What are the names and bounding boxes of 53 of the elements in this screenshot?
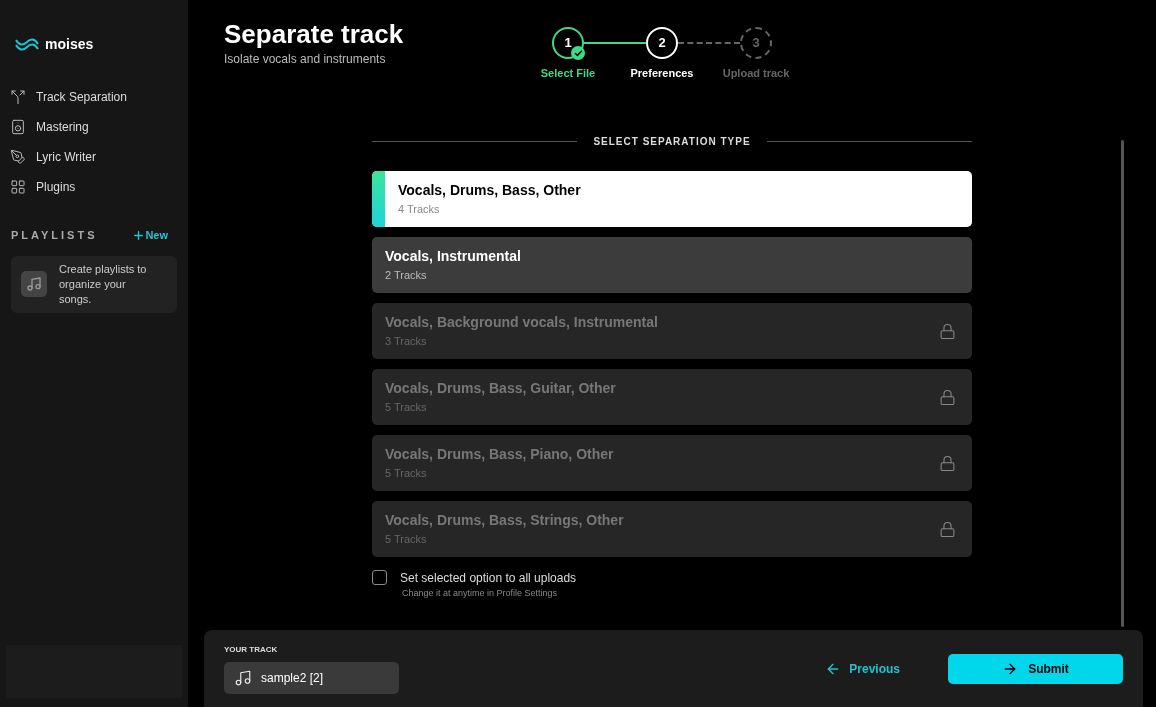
submit-button[interactable]: Submit <box>948 653 1123 684</box>
apply-all-checkbox[interactable] <box>372 570 387 585</box>
scrollbar[interactable] <box>1121 140 1124 627</box>
page-title: Separate track <box>224 18 405 50</box>
previous-button[interactable]: Previous <box>825 659 900 678</box>
option-title: Vocals, Drums, Bass, Guitar, Other <box>385 379 617 399</box>
track-name: sample2 [2] <box>261 669 324 687</box>
lock-icon <box>939 388 956 406</box>
step-number: 3 <box>752 34 760 53</box>
option-title: Vocals, Drums, Bass, Other <box>398 181 582 201</box>
option-track-count: 3 Tracks <box>385 334 428 350</box>
option-track-count: 2 Tracks <box>385 268 428 284</box>
empty-playlist-message: Create playlists to organize your songs. <box>59 261 148 307</box>
option-track-count: 5 Tracks <box>385 466 428 482</box>
step-connector <box>678 42 740 44</box>
apply-all-label: Set selected option to all uploads <box>400 570 577 587</box>
option-title: Vocals, Background vocals, Instrumental <box>385 313 659 333</box>
separation-option[interactable]: Vocals, Instrumental 2 Tracks <box>372 237 972 293</box>
pen-icon <box>10 149 26 165</box>
apply-all-hint: Change it at anytime in Profile Settings <box>402 587 559 600</box>
nav-item[interactable]: Mastering <box>10 117 188 137</box>
option-track-count: 5 Tracks <box>385 400 428 416</box>
nav-item[interactable]: Track Separation <box>10 87 188 107</box>
option-title: Vocals, Instrumental <box>385 247 522 267</box>
footer-heading: YOUR TRACK <box>224 643 279 656</box>
option-track-count: 4 Tracks <box>398 202 441 218</box>
music-note-icon <box>234 668 252 687</box>
wave-logo-icon <box>15 37 39 52</box>
new-playlist-button[interactable]: New <box>132 227 168 244</box>
option-title: Vocals, Drums, Bass, Strings, Other <box>385 511 625 531</box>
option-track-count: 5 Tracks <box>385 532 428 548</box>
split-arrows-icon <box>10 89 26 105</box>
option-title: Vocals, Drums, Bass, Piano, Other <box>385 445 615 465</box>
nav-item[interactable]: Lyric Writer <box>10 147 188 167</box>
grid-icon <box>10 179 26 195</box>
nav-item[interactable]: Plugins <box>10 177 188 197</box>
plus-icon <box>132 228 146 242</box>
lock-icon <box>939 520 956 538</box>
step-label: Upload track <box>722 66 790 81</box>
step-number: 2 <box>658 34 666 53</box>
page-subtitle: Isolate vocals and instruments <box>224 51 387 68</box>
separation-option[interactable]: Vocals, Drums, Bass, Other 4 Tracks <box>372 171 972 227</box>
step-number: 1 <box>564 34 572 53</box>
logo-text: moises <box>45 35 94 54</box>
step-label: Preferences <box>630 66 694 81</box>
section-heading: SELECT SEPARATION TYPE <box>593 135 751 149</box>
speaker-icon <box>10 119 26 135</box>
lock-icon <box>939 454 956 472</box>
selection-accent <box>372 171 385 227</box>
music-note-icon <box>21 271 47 297</box>
lock-icon <box>939 322 956 340</box>
step-label: Select File <box>540 66 596 81</box>
playlists-heading: PLAYLISTS <box>11 228 98 243</box>
